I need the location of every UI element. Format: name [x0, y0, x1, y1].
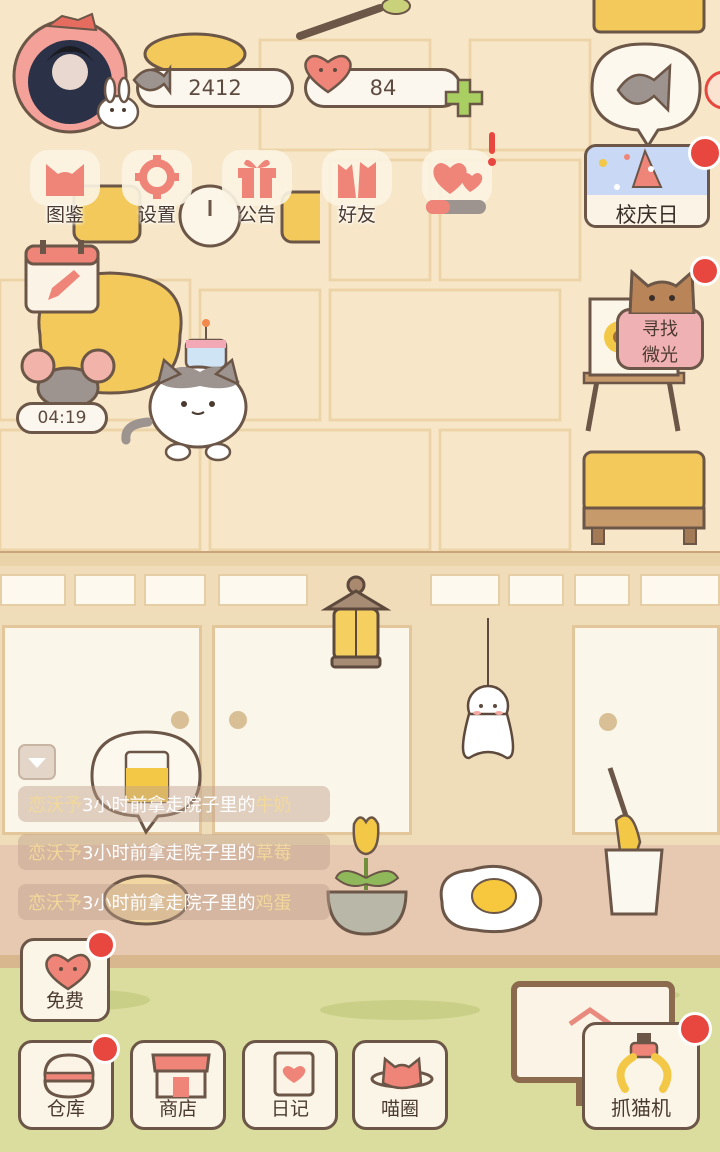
- fried-egg-item[interactable]: [432, 862, 550, 938]
- fish-count: 2412: [188, 76, 242, 100]
- friends-icon: [338, 162, 376, 198]
- menu-catalog[interactable]: 图鉴: [26, 150, 104, 234]
- heart-icon: [45, 953, 91, 991]
- log-action: 3小时前拿走院子里的: [82, 795, 256, 816]
- menu-settings[interactable]: 设置: [118, 150, 196, 234]
- cat-circle-button[interactable]: 喵圈: [352, 1040, 448, 1130]
- game-scene: 2412 84 图鉴 设置 公告 好友 04:19 校庆日 寻找 微光 恋沃予 …: [0, 0, 720, 1152]
- log-item: 草莓: [255, 843, 292, 864]
- cat-circle-button-label: 喵圈: [380, 1098, 419, 1120]
- menu-friends[interactable]: 好友: [318, 150, 396, 234]
- diary-icon: [273, 1051, 315, 1097]
- log-player-name: 恋沃予: [28, 893, 82, 914]
- timer-pill: 04:19: [16, 402, 108, 434]
- glimmer-line1: 寻找: [642, 319, 678, 340]
- free-button-label: 免费: [45, 990, 84, 1012]
- log-action: 3小时前拿走院子里的: [82, 893, 256, 914]
- shop-icon: [151, 1053, 211, 1099]
- claw-icon: [616, 1033, 672, 1093]
- shop-button-label: 商店: [158, 1098, 197, 1120]
- event-progress-fill: [426, 200, 450, 214]
- glimmer-badge: [690, 256, 720, 286]
- diary-button-label: 日记: [270, 1098, 309, 1120]
- stool-icon[interactable]: [578, 446, 710, 550]
- add-heart-button[interactable]: [442, 76, 486, 120]
- claw-badge: [678, 1012, 712, 1046]
- menu-announcement-label: 公告: [237, 204, 276, 226]
- event-progress-track: [426, 200, 486, 214]
- yellow-shelf-icon: [592, 0, 706, 34]
- warehouse-icon: [43, 1053, 95, 1099]
- activity-log-row: 恋沃予 3小时前拿走院子里的 草莓: [18, 834, 330, 870]
- broom-icon[interactable]: [598, 762, 674, 922]
- menu-settings-label: 设置: [137, 204, 176, 226]
- heart-count: 84: [369, 76, 397, 100]
- log-item: 鸡蛋: [255, 893, 292, 914]
- anniversary-badge: [688, 136, 720, 170]
- cat-head-icon: [46, 164, 84, 196]
- log-player-name: 恋沃予: [28, 843, 82, 864]
- tulip-pot-icon[interactable]: [320, 808, 415, 938]
- side-edge-button[interactable]: [702, 70, 720, 110]
- claw-machine-button-label: 抓猫机: [611, 1096, 671, 1120]
- gift-icon: [238, 159, 276, 198]
- warehouse-badge: [90, 1034, 120, 1064]
- cat-with-cake[interactable]: [118, 312, 278, 472]
- log-item: 牛奶: [255, 795, 292, 816]
- gear-icon: [135, 155, 179, 199]
- heart-icon: [304, 54, 352, 94]
- glimmer-line2: 微光: [642, 345, 678, 366]
- fish-thought-bubble[interactable]: [588, 40, 708, 152]
- alert-icon: [488, 132, 496, 166]
- heart-event-icon: [433, 163, 483, 194]
- free-badge: [86, 930, 116, 960]
- warehouse-button-label: 仓库: [46, 1098, 85, 1120]
- lantern-icon[interactable]: [318, 575, 398, 675]
- log-action: 3小时前拿走院子里的: [82, 843, 256, 864]
- calendar-edit-icon[interactable]: [22, 236, 104, 316]
- planet-cat-icon: [370, 1056, 434, 1090]
- activity-log-row: 恋沃予 3小时前拿走院子里的 鸡蛋: [18, 884, 330, 920]
- glimmer-event-card[interactable]: 寻找 微光: [616, 308, 704, 370]
- ghost-doll-icon[interactable]: [455, 618, 535, 768]
- anniversary-label: 校庆日: [615, 203, 679, 227]
- menu-announcement[interactable]: 公告: [218, 150, 296, 234]
- broom-stick-icon: [296, 0, 411, 40]
- fish-icon: [132, 64, 172, 96]
- log-player-name: 恋沃予: [28, 795, 82, 816]
- player-avatar[interactable]: [8, 10, 148, 142]
- menu-catalog-label: 图鉴: [45, 204, 84, 226]
- diary-button[interactable]: 日记: [242, 1040, 338, 1130]
- mouse-icon[interactable]: [18, 346, 118, 410]
- timer-text: 04:19: [37, 408, 87, 428]
- activity-log-row: 恋沃予 3小时前拿走院子里的 牛奶: [18, 786, 330, 822]
- chat-toggle-icon[interactable]: [18, 744, 56, 780]
- menu-friends-label: 好友: [337, 204, 376, 226]
- shop-button[interactable]: 商店: [130, 1040, 226, 1130]
